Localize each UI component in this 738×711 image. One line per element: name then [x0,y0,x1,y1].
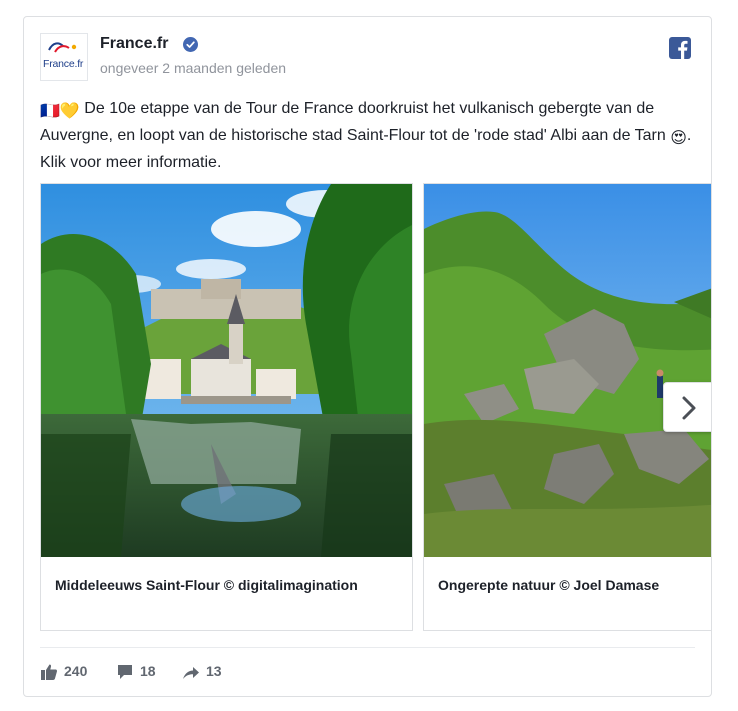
carousel-next-button[interactable] [663,382,711,432]
page-name[interactable]: France.fr [100,35,168,53]
avatar[interactable]: France.fr [40,33,88,81]
footer-divider [40,647,695,648]
chevron-right-icon [682,396,696,420]
message-text: De 10e etappe van de Tour de France door… [40,100,666,144]
image-carousel: Middeleeuws Saint-Flour © digitalimagina… [40,183,711,633]
heart-eyes-emoji: 😍 [670,130,687,147]
slide-caption[interactable]: Middeleeuws Saint-Flour © digitalimagina… [55,577,358,593]
slide-photo-saint-flour[interactable] [41,184,412,557]
verified-icon [183,37,198,52]
like-count[interactable]: 240 [40,662,100,682]
carousel-slide[interactable]: Middeleeuws Saint-Flour © digitalimagina… [40,183,413,631]
avatar-label: France.fr [43,58,84,70]
slide-caption[interactable]: Ongerepte natuur © Joel Damase [438,577,659,593]
share-icon [183,667,199,679]
share-count-value: 13 [206,663,222,679]
france-logo-icon [48,42,77,53]
share-count[interactable]: 13 [182,662,232,682]
like-count-value: 240 [64,663,88,679]
facebook-post-card: France.fr France.fr ongeveer 2 maanden g… [23,16,712,697]
slide-photo-nature[interactable] [424,184,711,557]
comment-count[interactable]: 18 [116,662,166,682]
saint-flour-image [41,184,412,557]
flag-heart-emoji: 🇫🇷💛 [40,103,80,120]
facebook-icon[interactable] [669,37,691,59]
comment-icon [118,665,132,679]
like-icon [41,664,58,680]
post-message: 🇫🇷💛 De 10e etappe van de Tour de France … [40,97,700,175]
post-header: France.fr France.fr ongeveer 2 maanden g… [40,33,695,83]
post-timestamp[interactable]: ongeveer 2 maanden geleden [100,60,286,76]
comment-count-value: 18 [140,663,156,679]
ongerepte-natuur-image [424,184,711,557]
